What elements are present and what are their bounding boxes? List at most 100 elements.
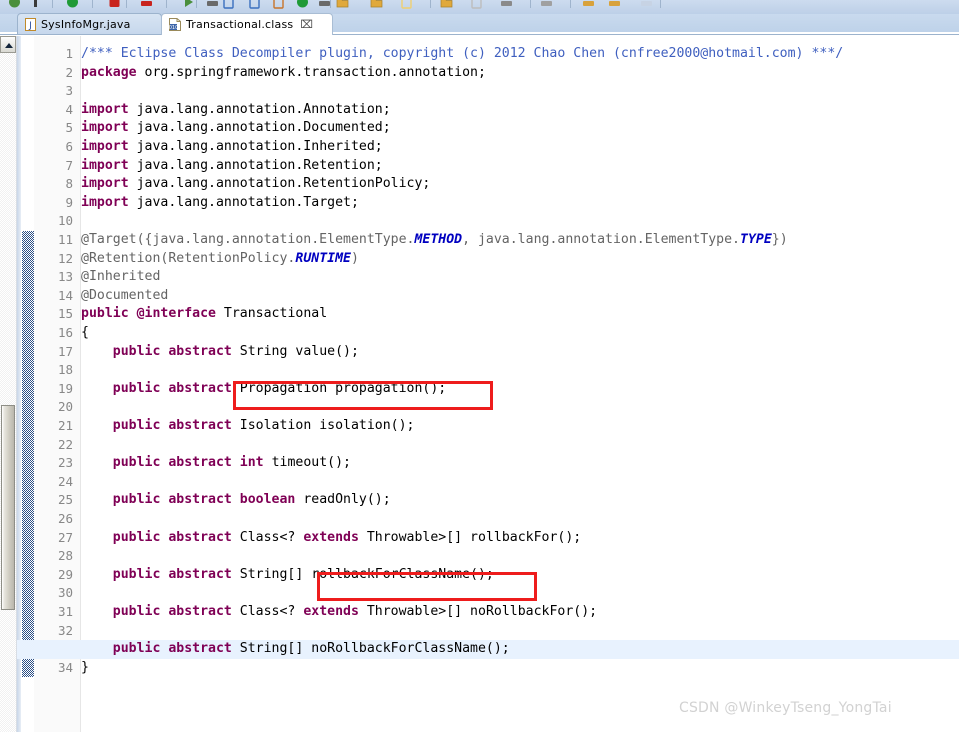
code-token: java.lang.annotation.Retention;: [128, 157, 383, 173]
code-token: package: [81, 64, 137, 80]
code-line[interactable]: /*** Eclipse Class Decompiler plugin, co…: [81, 45, 843, 64]
code-token: timeout();: [263, 455, 351, 471]
terminate-icon[interactable]: [66, 0, 79, 8]
debug-icon[interactable]: [30, 0, 43, 7]
code-token: @Retention(RetentionPolicy.: [81, 250, 296, 266]
code-line[interactable]: }: [81, 659, 89, 678]
tab-sysinfomgr-java[interactable]: J SysInfoMgr.java: [17, 13, 162, 35]
toolbar-separator: [530, 0, 531, 8]
toolbar-separator: [126, 0, 127, 8]
code-token: Isolation isolation();: [231, 418, 415, 433]
java-file-icon: J: [25, 18, 36, 31]
code-line[interactable]: public @interface Transactional: [81, 305, 327, 324]
scroll-up-arrow-button[interactable]: [0, 36, 16, 53]
code-token: /*** Eclipse Class Decompiler plugin, co…: [81, 46, 844, 61]
code-line[interactable]: public abstract boolean readOnly();: [81, 491, 391, 510]
vertical-scrollbar-thumb[interactable]: [1, 405, 15, 610]
code-token: import: [81, 194, 129, 210]
code-token: String[] noRollbackForClassName();: [231, 641, 510, 657]
code-line[interactable]: public abstract Class<? extends Throwabl…: [81, 529, 581, 548]
line-number-gutter: 1 2 3 4 5 6 7 8 9 10 11 12 13 14 15 16 17 18 19 20 21 22 23 24 2…: [34, 36, 81, 732]
code-token: @Inherited: [81, 269, 161, 285]
code-line[interactable]: import java.lang.annotation.Retention;: [81, 157, 383, 176]
search-icon[interactable]: [222, 0, 235, 9]
previous-annotation-icon[interactable]: [400, 0, 413, 9]
perspective-icon[interactable]: [540, 0, 553, 7]
open-resource-icon[interactable]: [296, 0, 309, 8]
vertical-scrollbar-track[interactable]: [0, 36, 17, 732]
run-icon[interactable]: [582, 0, 595, 7]
code-line[interactable]: import java.lang.annotation.Inherited;: [81, 138, 383, 157]
line-number: 8: [65, 176, 73, 192]
line-number: 32: [57, 622, 73, 638]
code-line[interactable]: @Target({java.lang.annotation.ElementTyp…: [81, 231, 788, 250]
code-token: public abstract: [112, 380, 232, 396]
code-token: java.lang.annotation.Annotation;: [128, 101, 391, 117]
open-type-icon[interactable]: [248, 0, 261, 9]
code-token: ): [350, 250, 359, 266]
code-token: java.lang.annotation.Target;: [128, 194, 359, 210]
class-file-icon: 010: [169, 18, 181, 31]
code-line[interactable]: {: [81, 324, 89, 343]
editor-left-edge: [17, 36, 21, 732]
code-token: public @interface: [81, 306, 216, 322]
code-content[interactable]: /*** Eclipse Class Decompiler plugin, co…: [17, 36, 959, 732]
code-token: public abstract: [112, 418, 232, 433]
external-tools-icon[interactable]: [140, 0, 153, 7]
previous-edit-icon[interactable]: [336, 0, 349, 8]
code-token: java.lang.annotation.RetentionPolicy;: [128, 176, 431, 192]
code-token: import: [81, 176, 129, 192]
toolbar-separator: [430, 0, 431, 8]
code-token: public abstract: [112, 529, 232, 545]
code-token: Throwable>[] noRollbackFor();: [358, 604, 598, 619]
tab-transactional-class[interactable]: 010 Transactional.class ⌧: [161, 13, 333, 35]
code-line[interactable]: import java.lang.annotation.Annotation;: [81, 101, 391, 120]
back-icon[interactable]: [470, 0, 483, 9]
eclipse-editor-window: J SysInfoMgr.java 010 Transactional.clas…: [0, 0, 959, 732]
open-folder-icon[interactable]: [272, 0, 285, 9]
line-number: 34: [57, 659, 73, 675]
code-line[interactable]: import java.lang.annotation.RetentionPol…: [81, 175, 430, 194]
line-number: 26: [57, 511, 73, 526]
code-token: import: [81, 101, 129, 117]
code-token: java.lang.annotation.Inherited;: [128, 139, 383, 154]
toolbar-separator: [570, 0, 571, 8]
scroll-up-arrow-icon: [5, 43, 13, 48]
last-edit-icon[interactable]: [440, 0, 453, 8]
code-line[interactable]: public abstract String[] noRollbackForCl…: [81, 640, 510, 659]
code-line[interactable]: public abstract String value();: [81, 343, 359, 362]
code-line[interactable]: public abstract Isolation isolation();: [81, 417, 415, 436]
line-number: 18: [57, 362, 73, 378]
debug-icon[interactable]: [608, 0, 621, 7]
code-line[interactable]: import java.lang.annotation.Documented;: [81, 119, 391, 138]
code-line[interactable]: package org.springframework.transaction.…: [81, 64, 486, 83]
run-icon[interactable]: [8, 0, 21, 8]
line-number: 7: [65, 157, 73, 173]
code-line[interactable]: public abstract Class<? extends Throwabl…: [81, 603, 597, 622]
next-annotation-icon[interactable]: [370, 0, 383, 8]
terminate-icon[interactable]: [640, 0, 653, 7]
code-token: Class<?: [231, 604, 304, 619]
line-number: 10: [57, 213, 73, 229]
svg-text:J: J: [28, 21, 32, 31]
line-number: 4: [65, 101, 73, 117]
line-number: 22: [57, 436, 73, 452]
code-token: Throwable>[] rollbackFor();: [358, 529, 582, 545]
new-class-icon[interactable]: [206, 0, 219, 7]
code-line[interactable]: @Retention(RetentionPolicy.RUNTIME): [81, 250, 359, 269]
code-line[interactable]: @Inherited: [81, 268, 160, 287]
code-line[interactable]: import java.lang.annotation.Target;: [81, 194, 359, 213]
close-icon[interactable]: ⌧: [300, 19, 313, 30]
code-line[interactable]: public abstract int timeout();: [81, 454, 351, 473]
code-line[interactable]: @Documented: [81, 287, 168, 306]
new-java-project-icon[interactable]: [182, 0, 195, 7]
profile-icon[interactable]: [108, 0, 121, 7]
code-token: @Target({java.lang.annotation.ElementTyp…: [81, 232, 415, 247]
watermark: CSDN @WinkeyTseng_YongTai: [679, 700, 892, 716]
line-number: 19: [57, 380, 73, 396]
forward-icon[interactable]: [500, 0, 513, 7]
